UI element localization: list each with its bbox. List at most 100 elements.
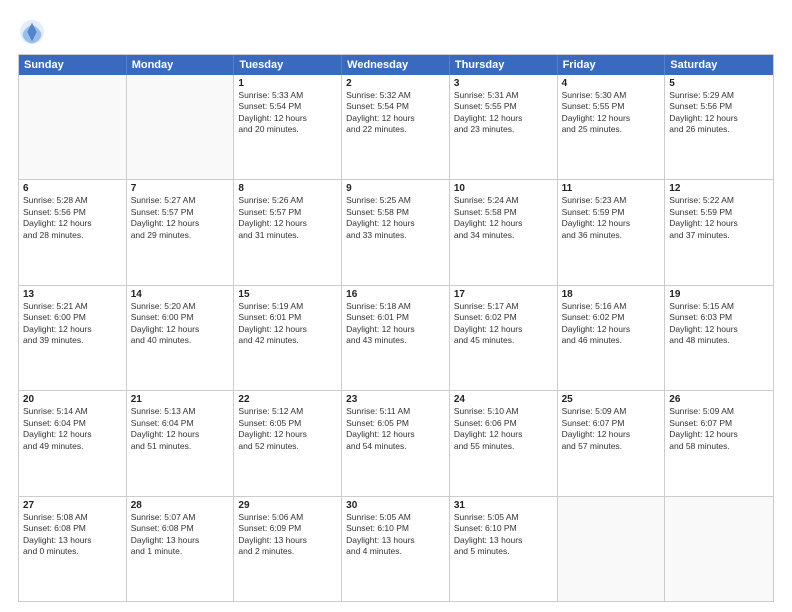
calendar: SundayMondayTuesdayWednesdayThursdayFrid… (18, 54, 774, 602)
day-info: Sunrise: 5:30 AM Sunset: 5:55 PM Dayligh… (562, 90, 661, 136)
day-info: Sunrise: 5:09 AM Sunset: 6:07 PM Dayligh… (669, 406, 769, 452)
table-row: 23Sunrise: 5:11 AM Sunset: 6:05 PM Dayli… (342, 391, 450, 495)
day-number: 3 (454, 78, 553, 89)
table-row: 10Sunrise: 5:24 AM Sunset: 5:58 PM Dayli… (450, 180, 558, 284)
day-number: 26 (669, 394, 769, 405)
header (18, 18, 774, 46)
table-row: 8Sunrise: 5:26 AM Sunset: 5:57 PM Daylig… (234, 180, 342, 284)
calendar-header-cell: Tuesday (234, 55, 342, 75)
table-row: 31Sunrise: 5:05 AM Sunset: 6:10 PM Dayli… (450, 497, 558, 601)
day-number: 30 (346, 500, 445, 511)
day-info: Sunrise: 5:18 AM Sunset: 6:01 PM Dayligh… (346, 301, 445, 347)
day-info: Sunrise: 5:28 AM Sunset: 5:56 PM Dayligh… (23, 195, 122, 241)
table-row (19, 75, 127, 179)
table-row: 16Sunrise: 5:18 AM Sunset: 6:01 PM Dayli… (342, 286, 450, 390)
day-info: Sunrise: 5:16 AM Sunset: 6:02 PM Dayligh… (562, 301, 661, 347)
table-row: 21Sunrise: 5:13 AM Sunset: 6:04 PM Dayli… (127, 391, 235, 495)
table-row: 29Sunrise: 5:06 AM Sunset: 6:09 PM Dayli… (234, 497, 342, 601)
calendar-header-cell: Saturday (665, 55, 773, 75)
day-number: 16 (346, 289, 445, 300)
table-row: 27Sunrise: 5:08 AM Sunset: 6:08 PM Dayli… (19, 497, 127, 601)
calendar-header-cell: Thursday (450, 55, 558, 75)
table-row (665, 497, 773, 601)
calendar-header-cell: Friday (558, 55, 666, 75)
table-row: 26Sunrise: 5:09 AM Sunset: 6:07 PM Dayli… (665, 391, 773, 495)
day-number: 7 (131, 183, 230, 194)
day-info: Sunrise: 5:26 AM Sunset: 5:57 PM Dayligh… (238, 195, 337, 241)
day-number: 14 (131, 289, 230, 300)
table-row: 17Sunrise: 5:17 AM Sunset: 6:02 PM Dayli… (450, 286, 558, 390)
day-number: 6 (23, 183, 122, 194)
calendar-body: 1Sunrise: 5:33 AM Sunset: 5:54 PM Daylig… (19, 75, 773, 601)
day-number: 22 (238, 394, 337, 405)
day-number: 4 (562, 78, 661, 89)
day-info: Sunrise: 5:13 AM Sunset: 6:04 PM Dayligh… (131, 406, 230, 452)
day-info: Sunrise: 5:32 AM Sunset: 5:54 PM Dayligh… (346, 90, 445, 136)
table-row (558, 497, 666, 601)
day-number: 23 (346, 394, 445, 405)
day-info: Sunrise: 5:08 AM Sunset: 6:08 PM Dayligh… (23, 512, 122, 558)
calendar-header: SundayMondayTuesdayWednesdayThursdayFrid… (19, 55, 773, 75)
day-number: 11 (562, 183, 661, 194)
day-number: 17 (454, 289, 553, 300)
calendar-row: 13Sunrise: 5:21 AM Sunset: 6:00 PM Dayli… (19, 285, 773, 390)
table-row: 6Sunrise: 5:28 AM Sunset: 5:56 PM Daylig… (19, 180, 127, 284)
table-row: 5Sunrise: 5:29 AM Sunset: 5:56 PM Daylig… (665, 75, 773, 179)
day-number: 1 (238, 78, 337, 89)
logo-icon (18, 18, 46, 46)
table-row: 11Sunrise: 5:23 AM Sunset: 5:59 PM Dayli… (558, 180, 666, 284)
table-row: 13Sunrise: 5:21 AM Sunset: 6:00 PM Dayli… (19, 286, 127, 390)
day-number: 19 (669, 289, 769, 300)
day-info: Sunrise: 5:29 AM Sunset: 5:56 PM Dayligh… (669, 90, 769, 136)
table-row: 12Sunrise: 5:22 AM Sunset: 5:59 PM Dayli… (665, 180, 773, 284)
table-row: 19Sunrise: 5:15 AM Sunset: 6:03 PM Dayli… (665, 286, 773, 390)
calendar-header-cell: Sunday (19, 55, 127, 75)
day-number: 15 (238, 289, 337, 300)
day-number: 10 (454, 183, 553, 194)
day-info: Sunrise: 5:27 AM Sunset: 5:57 PM Dayligh… (131, 195, 230, 241)
table-row: 14Sunrise: 5:20 AM Sunset: 6:00 PM Dayli… (127, 286, 235, 390)
day-info: Sunrise: 5:23 AM Sunset: 5:59 PM Dayligh… (562, 195, 661, 241)
table-row: 2Sunrise: 5:32 AM Sunset: 5:54 PM Daylig… (342, 75, 450, 179)
table-row: 4Sunrise: 5:30 AM Sunset: 5:55 PM Daylig… (558, 75, 666, 179)
day-number: 8 (238, 183, 337, 194)
day-number: 21 (131, 394, 230, 405)
day-number: 18 (562, 289, 661, 300)
table-row: 28Sunrise: 5:07 AM Sunset: 6:08 PM Dayli… (127, 497, 235, 601)
table-row: 3Sunrise: 5:31 AM Sunset: 5:55 PM Daylig… (450, 75, 558, 179)
day-info: Sunrise: 5:15 AM Sunset: 6:03 PM Dayligh… (669, 301, 769, 347)
day-info: Sunrise: 5:12 AM Sunset: 6:05 PM Dayligh… (238, 406, 337, 452)
table-row: 9Sunrise: 5:25 AM Sunset: 5:58 PM Daylig… (342, 180, 450, 284)
day-info: Sunrise: 5:14 AM Sunset: 6:04 PM Dayligh… (23, 406, 122, 452)
day-info: Sunrise: 5:05 AM Sunset: 6:10 PM Dayligh… (454, 512, 553, 558)
calendar-header-cell: Wednesday (342, 55, 450, 75)
calendar-row: 20Sunrise: 5:14 AM Sunset: 6:04 PM Dayli… (19, 390, 773, 495)
day-number: 27 (23, 500, 122, 511)
day-number: 12 (669, 183, 769, 194)
calendar-row: 1Sunrise: 5:33 AM Sunset: 5:54 PM Daylig… (19, 75, 773, 179)
table-row: 30Sunrise: 5:05 AM Sunset: 6:10 PM Dayli… (342, 497, 450, 601)
day-info: Sunrise: 5:21 AM Sunset: 6:00 PM Dayligh… (23, 301, 122, 347)
day-info: Sunrise: 5:09 AM Sunset: 6:07 PM Dayligh… (562, 406, 661, 452)
calendar-row: 6Sunrise: 5:28 AM Sunset: 5:56 PM Daylig… (19, 179, 773, 284)
day-number: 2 (346, 78, 445, 89)
calendar-row: 27Sunrise: 5:08 AM Sunset: 6:08 PM Dayli… (19, 496, 773, 601)
table-row: 15Sunrise: 5:19 AM Sunset: 6:01 PM Dayli… (234, 286, 342, 390)
table-row: 18Sunrise: 5:16 AM Sunset: 6:02 PM Dayli… (558, 286, 666, 390)
table-row: 7Sunrise: 5:27 AM Sunset: 5:57 PM Daylig… (127, 180, 235, 284)
day-info: Sunrise: 5:11 AM Sunset: 6:05 PM Dayligh… (346, 406, 445, 452)
day-number: 29 (238, 500, 337, 511)
logo (18, 18, 50, 46)
day-info: Sunrise: 5:19 AM Sunset: 6:01 PM Dayligh… (238, 301, 337, 347)
day-info: Sunrise: 5:31 AM Sunset: 5:55 PM Dayligh… (454, 90, 553, 136)
page: SundayMondayTuesdayWednesdayThursdayFrid… (0, 0, 792, 612)
day-number: 25 (562, 394, 661, 405)
calendar-header-cell: Monday (127, 55, 235, 75)
day-number: 20 (23, 394, 122, 405)
table-row: 1Sunrise: 5:33 AM Sunset: 5:54 PM Daylig… (234, 75, 342, 179)
day-info: Sunrise: 5:07 AM Sunset: 6:08 PM Dayligh… (131, 512, 230, 558)
day-number: 31 (454, 500, 553, 511)
day-info: Sunrise: 5:33 AM Sunset: 5:54 PM Dayligh… (238, 90, 337, 136)
day-number: 28 (131, 500, 230, 511)
table-row: 24Sunrise: 5:10 AM Sunset: 6:06 PM Dayli… (450, 391, 558, 495)
